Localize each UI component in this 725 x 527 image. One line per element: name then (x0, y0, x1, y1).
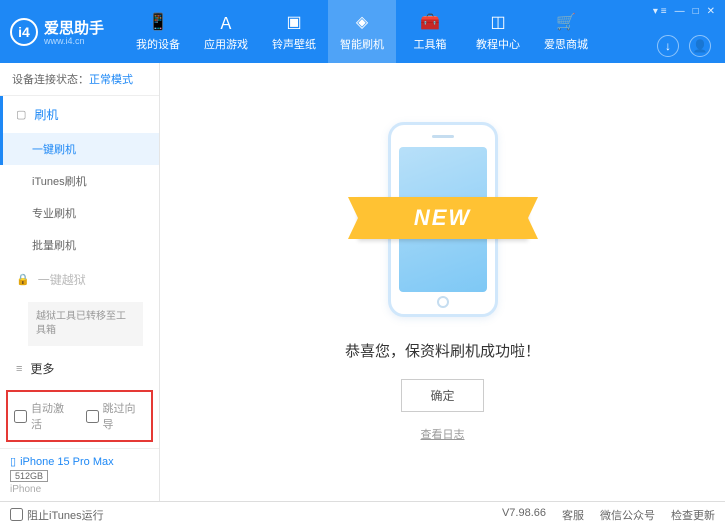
menu-item-onekey-flash[interactable]: 一键刷机 (0, 133, 159, 165)
nav-flash[interactable]: ◈智能刷机 (328, 0, 396, 63)
logo-text: 爱思助手 (44, 17, 104, 38)
nav-tutorials[interactable]: ◫教程中心 (464, 0, 532, 63)
menu-group-flash[interactable]: ▢ 刷机 (0, 96, 159, 133)
jailbreak-note: 越狱工具已转移至工具箱 (28, 302, 143, 346)
main-content: NEW 恭喜您，保资料刷机成功啦！ 确定 查看日志 (160, 63, 725, 501)
view-log-link[interactable]: 查看日志 (421, 426, 465, 442)
app-header: i4 爱思助手 www.i4.cn 📱我的设备 Ａ应用游戏 ▣铃声壁纸 ◈智能刷… (0, 0, 725, 63)
more-icon: ≡ (16, 363, 22, 375)
logo: i4 爱思助手 www.i4.cn (10, 17, 104, 46)
footer-support[interactable]: 客服 (562, 507, 584, 523)
download-icon[interactable]: ↓ (657, 35, 679, 57)
cb-skip-guide[interactable]: 跳过向导 (86, 400, 146, 432)
logo-icon: i4 (10, 18, 38, 46)
nav-apps[interactable]: Ａ应用游戏 (192, 0, 260, 63)
user-icon[interactable]: 👤 (689, 35, 711, 57)
device-storage: 512GB (10, 470, 48, 482)
block-itunes-checkbox[interactable]: 阻止iTunes运行 (10, 507, 104, 523)
menu-group-jailbreak: 🔒 一键越狱 (0, 261, 159, 298)
nav-my-device[interactable]: 📱我的设备 (124, 0, 192, 63)
success-message: 恭喜您，保资料刷机成功啦！ (345, 340, 540, 361)
minimize-icon[interactable]: — (675, 6, 685, 17)
menu-group-more[interactable]: ≡ 更多 (0, 350, 159, 384)
menu-item-pro-flash[interactable]: 专业刷机 (0, 197, 159, 229)
close-icon[interactable]: ✕ (707, 6, 715, 17)
phone-illustration: NEW (378, 122, 508, 322)
device-name[interactable]: ▯ iPhone 15 Pro Max (10, 455, 149, 468)
apps-icon: Ａ (216, 12, 236, 32)
cart-icon: 🛒 (556, 12, 576, 32)
footer-update[interactable]: 检查更新 (671, 507, 715, 523)
toolbox-icon: 🧰 (420, 12, 440, 32)
new-badge: NEW (358, 197, 528, 239)
window-controls: ▾ ≡ — □ ✕ (653, 6, 715, 17)
menu-item-batch-flash[interactable]: 批量刷机 (0, 229, 159, 261)
footer: 阻止iTunes运行 V7.98.66 客服 微信公众号 检查更新 (0, 501, 725, 527)
lock-icon: 🔒 (16, 273, 30, 286)
book-icon: ◫ (488, 12, 508, 32)
phone-icon: ▯ (10, 455, 16, 468)
connection-status: 设备连接状态：正常模式 (0, 63, 159, 96)
menu-item-itunes-flash[interactable]: iTunes刷机 (0, 165, 159, 197)
sidebar-menu: ▢ 刷机 一键刷机 iTunes刷机 专业刷机 批量刷机 🔒 一键越狱 越狱工具… (0, 96, 159, 384)
device-info: ▯ iPhone 15 Pro Max 512GB iPhone (0, 448, 159, 501)
header-actions: ↓ 👤 (657, 35, 711, 57)
device-icon: 📱 (148, 12, 168, 32)
main-nav: 📱我的设备 Ａ应用游戏 ▣铃声壁纸 ◈智能刷机 🧰工具箱 ◫教程中心 🛒爱思商城 (124, 0, 600, 63)
flash-icon: ◈ (352, 12, 372, 32)
nav-toolbox[interactable]: 🧰工具箱 (396, 0, 464, 63)
version-label: V7.98.66 (502, 507, 546, 523)
confirm-button[interactable]: 确定 (401, 379, 483, 412)
wallpaper-icon: ▣ (284, 12, 304, 32)
cb-auto-activate[interactable]: 自动激活 (14, 400, 74, 432)
options-highlighted: 自动激活 跳过向导 (6, 390, 153, 442)
nav-ringtones[interactable]: ▣铃声壁纸 (260, 0, 328, 63)
footer-wechat[interactable]: 微信公众号 (600, 507, 655, 523)
nav-store[interactable]: 🛒爱思商城 (532, 0, 600, 63)
device-type: iPhone (10, 484, 149, 495)
flash-group-icon: ▢ (16, 108, 26, 121)
maximize-icon[interactable]: □ (693, 6, 699, 17)
menu-icon[interactable]: ▾ ≡ (653, 6, 667, 17)
sidebar: 设备连接状态：正常模式 ▢ 刷机 一键刷机 iTunes刷机 专业刷机 批量刷机… (0, 63, 160, 501)
